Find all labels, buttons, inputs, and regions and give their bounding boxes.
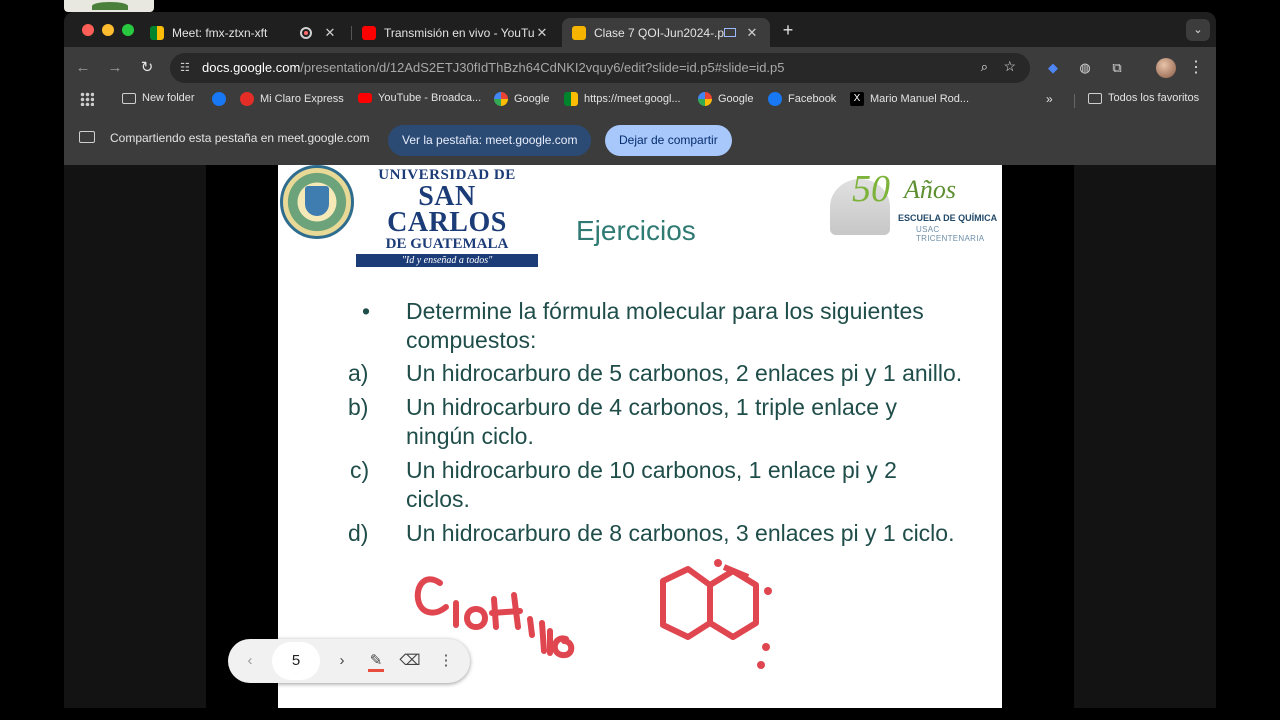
new-tab-button[interactable]: + (778, 20, 798, 41)
close-tab-icon[interactable]: ✕ (534, 25, 550, 41)
zoom-icon[interactable]: ⌕ (981, 59, 988, 75)
forward-arrow-icon[interactable]: → (104, 57, 126, 79)
ink-naphthalene-drawing (660, 564, 759, 640)
ink-letter-c (414, 576, 449, 616)
youtube-icon (362, 25, 376, 40)
desktop-logo-peek (64, 0, 154, 12)
tab-meet[interactable]: Meet: fmx-ztxn-xft ✕ (140, 18, 348, 47)
extension-icon[interactable]: ◍ (1076, 59, 1094, 77)
tab-strip: Meet: fmx-ztxn-xft ✕ Transmisión en vivo… (64, 12, 1216, 47)
bookmarks-bar: New folder Mi Claro Express YouTube - Br… (64, 89, 1216, 111)
facebook-icon (768, 92, 782, 106)
site-info-icon[interactable]: ☷ (180, 61, 194, 75)
tab-title: Transmisión en vivo - YouTube (384, 25, 534, 40)
google-icon (494, 92, 508, 106)
bookmark-all-favorites[interactable]: Todos los favoritos (1088, 92, 1199, 104)
bookmark-mario[interactable]: X Mario Manuel Rod... (850, 92, 969, 106)
tab-search-button[interactable]: ⌄ (1186, 19, 1210, 41)
reload-icon[interactable]: ↻ (136, 57, 158, 79)
sharing-icon (724, 28, 736, 37)
close-window-button[interactable] (82, 24, 94, 36)
view-tab-button[interactable]: Ver la pestaña: meet.google.com (388, 125, 592, 156)
screen-share-icon (79, 131, 95, 143)
tab-slides[interactable]: Clase 7 QOI-Jun2024-.pptx ✕ (562, 18, 770, 47)
bookmark-facebook-shortcut[interactable] (212, 92, 232, 106)
maximize-window-button[interactable] (122, 24, 134, 36)
page-content: UNIVERSIDAD DE SAN CARLOS DE GUATEMALA "… (64, 165, 1216, 708)
profile-avatar[interactable] (1156, 58, 1176, 78)
presenter-toolbar: ‹ 5 › ✎ ⌫ ⋮ (228, 639, 470, 683)
address-bar[interactable]: ☷ docs.google.com/presentation/d/12AdS2E… (170, 53, 1030, 83)
x-icon: X (850, 92, 864, 106)
slides-icon (572, 25, 586, 40)
tab-youtube[interactable]: Transmisión en vivo - YouTube ✕ (352, 18, 560, 47)
bookmark-youtube[interactable]: YouTube - Broadca... (358, 92, 481, 104)
pen-icon[interactable]: ✎ (362, 647, 390, 675)
more-options-icon[interactable]: ⋮ (432, 647, 460, 675)
bookmark-star-icon[interactable]: ☆ (1003, 58, 1016, 75)
apps-icon[interactable] (80, 92, 100, 106)
google-icon (698, 92, 712, 106)
handwriting-annotation (414, 559, 772, 669)
bookmark-facebook[interactable]: Facebook (768, 92, 836, 106)
presentation-slide: UNIVERSIDAD DE SAN CARLOS DE GUATEMALA "… (278, 165, 1002, 708)
sharing-status-text: Compartiendo esta pestaña en meet.google… (110, 131, 370, 145)
bookmark-google[interactable]: Google (494, 92, 549, 106)
claro-icon (240, 92, 254, 106)
tab-sharing-bar: Compartiendo esta pestaña en meet.google… (64, 111, 1216, 165)
tab-title: Meet: fmx-ztxn-xft (172, 25, 268, 40)
bookmark-mi-claro[interactable]: Mi Claro Express (240, 92, 344, 106)
facebook-icon (212, 92, 226, 106)
window-controls (82, 24, 134, 36)
toolbar: ← → ↻ ☷ docs.google.com/presentation/d/1… (64, 47, 1216, 89)
bookmark-google-2[interactable]: Google (698, 92, 753, 106)
browser-menu-icon[interactable]: ⋮ (1188, 57, 1204, 77)
bookmark-new-folder[interactable]: New folder (122, 92, 195, 104)
close-tab-icon[interactable]: ✕ (744, 25, 760, 41)
extension-shield-icon[interactable]: ◆ (1044, 59, 1062, 77)
previous-slide-icon[interactable]: ‹ (236, 647, 264, 675)
meet-icon (564, 92, 578, 106)
ink-digit-0 (464, 606, 488, 630)
recording-icon (300, 26, 312, 39)
close-tab-icon[interactable]: ✕ (322, 25, 338, 41)
eraser-icon[interactable]: ⌫ (396, 647, 424, 675)
meet-icon (150, 25, 164, 40)
minimize-window-button[interactable] (102, 24, 114, 36)
folder-icon (1088, 92, 1102, 104)
stop-sharing-button[interactable]: Dejar de compartir (605, 125, 732, 156)
tab-title: Clase 7 QOI-Jun2024-.pptx (594, 25, 724, 40)
youtube-icon (358, 93, 372, 103)
slide-number-display[interactable]: 5 (272, 642, 320, 680)
bookmark-meet[interactable]: https://meet.googl... (564, 92, 681, 106)
extensions-puzzle-icon[interactable]: ⧉ (1108, 59, 1126, 77)
url-text[interactable]: docs.google.com/presentation/d/12AdS2ETJ… (202, 60, 785, 75)
folder-icon (122, 92, 136, 104)
more-bookmarks-icon[interactable]: » (1046, 92, 1053, 106)
next-slide-icon[interactable]: › (328, 647, 356, 675)
back-arrow-icon[interactable]: ← (72, 57, 94, 79)
browser-window: Meet: fmx-ztxn-xft ✕ Transmisión en vivo… (64, 12, 1216, 708)
